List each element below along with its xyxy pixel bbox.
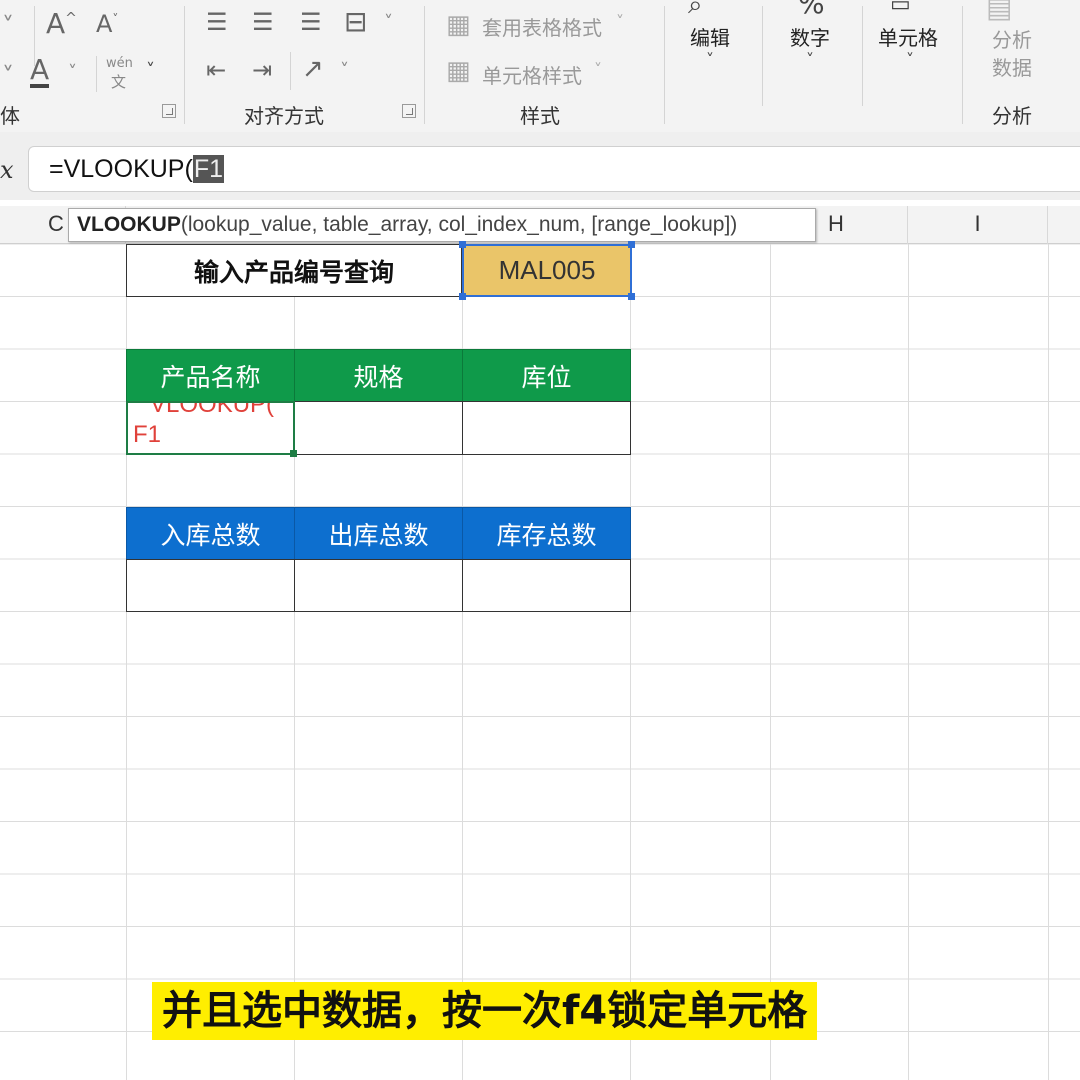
grid-line: [1048, 244, 1049, 1080]
chevron-down-icon[interactable]: ˅: [594, 62, 602, 78]
ribbon-separator: [862, 6, 863, 106]
dialog-launcher-icon[interactable]: [402, 104, 416, 118]
font-group-label: 体: [0, 104, 20, 128]
formula-prefix: =VLOOKUP(: [49, 155, 193, 183]
table2-cell-out[interactable]: [294, 559, 463, 612]
table1-header-location[interactable]: 库位: [462, 349, 631, 402]
font-color-icon[interactable]: A: [30, 56, 50, 88]
tooltip-args: (lookup_value, table_array, col_index_nu…: [180, 213, 738, 236]
table-format-icon[interactable]: ▦: [446, 12, 471, 38]
styles-group-label: 样式: [520, 104, 560, 128]
table1-header-spec[interactable]: 规格: [294, 349, 463, 402]
orientation-icon[interactable]: ↗: [302, 56, 324, 82]
ribbon-separator: [664, 6, 665, 124]
search-icon[interactable]: ⌕: [688, 0, 703, 18]
ribbon: ˅ A^ A˅ ˅ A ˅ wén 文 ˅ 体 ☰ ☰ ☰ ⊟ ˅ ⇤ ⇥ ↗ ˅…: [0, 0, 1080, 132]
analyze-group-label: 分析: [992, 104, 1032, 128]
cell-styles-icon[interactable]: ▦: [446, 58, 471, 84]
dropdown-arrow-icon[interactable]: ˅: [2, 64, 14, 88]
chevron-down-icon[interactable]: ˅: [384, 14, 393, 32]
table1-header-name[interactable]: 产品名称: [126, 349, 295, 402]
increase-indent-icon[interactable]: ⇥: [252, 58, 272, 82]
table2-cell-stock[interactable]: [462, 559, 631, 612]
table2-header-stock[interactable]: 库存总数: [462, 507, 631, 560]
pinyin-guide-icon[interactable]: wén 文: [106, 56, 133, 92]
query-label-cell[interactable]: 输入产品编号查询: [126, 244, 462, 297]
cells-icon: ▭: [890, 0, 911, 17]
analyze-data-icon: ▤: [986, 0, 1013, 24]
table1-cell-location[interactable]: [462, 401, 631, 455]
chevron-down-icon[interactable]: ˅: [806, 52, 814, 68]
formula-text: =VLOOKUP(F1: [49, 155, 224, 184]
grid-line: [770, 244, 771, 1080]
video-subtitle: 并且选中数据，按一次f4锁定单元格: [152, 982, 818, 1040]
tooltip-function-name[interactable]: VLOOKUP: [77, 213, 181, 236]
analyze-data-button-line2[interactable]: 数据: [992, 52, 1032, 81]
function-tooltip: VLOOKUP(lookup_value, table_array, col_i…: [68, 208, 816, 242]
chevron-down-icon[interactable]: ˅: [906, 52, 914, 68]
edit-button[interactable]: 编辑: [690, 22, 730, 51]
ribbon-separator: [762, 6, 763, 106]
align-left-icon[interactable]: ☰: [206, 10, 228, 34]
chevron-down-icon[interactable]: ˅: [68, 64, 77, 82]
table2-header-out[interactable]: 出库总数: [294, 507, 463, 560]
cell-styles-button[interactable]: 单元格样式: [482, 60, 582, 89]
number-button[interactable]: 数字: [790, 22, 830, 51]
grow-font-icon[interactable]: A^: [46, 10, 77, 38]
dialog-launcher-icon[interactable]: [162, 104, 176, 118]
dropdown-arrow-icon[interactable]: ˅: [2, 14, 14, 38]
formula-input[interactable]: =VLOOKUP(F1: [28, 146, 1080, 192]
ribbon-separator: [290, 52, 291, 90]
editing-cell-line1: VLOOKUP(: [150, 401, 275, 418]
analyze-data-button-line1[interactable]: 分析: [992, 24, 1032, 53]
selection-handle[interactable]: [628, 241, 635, 248]
align-center-icon[interactable]: ☰: [252, 10, 274, 34]
fill-handle[interactable]: [290, 450, 297, 457]
table2-cell-in[interactable]: [126, 559, 295, 612]
chevron-down-icon[interactable]: ˅: [706, 52, 714, 68]
chevron-down-icon[interactable]: ˅: [616, 14, 624, 30]
editing-cell-line2: F1: [133, 421, 162, 448]
merge-cells-icon[interactable]: ⊟: [344, 8, 367, 36]
formula-highlight: F1: [192, 155, 224, 183]
selection-handle[interactable]: [459, 241, 466, 248]
ribbon-separator: [424, 6, 425, 124]
selection-handle[interactable]: [459, 293, 466, 300]
fx-icon[interactable]: x: [0, 156, 14, 184]
number-icon: %: [798, 0, 825, 20]
ribbon-separator: [96, 56, 97, 92]
cells-button[interactable]: 单元格: [878, 22, 938, 51]
query-value-cell[interactable]: MAL005: [462, 244, 632, 297]
chevron-down-icon[interactable]: ˅: [146, 62, 155, 80]
alignment-group-label: 对齐方式: [244, 104, 324, 128]
align-right-icon[interactable]: ☰: [300, 10, 322, 34]
selection-handle[interactable]: [628, 293, 635, 300]
shrink-font-icon[interactable]: A˅: [96, 12, 118, 36]
decrease-indent-icon[interactable]: ⇤: [206, 58, 226, 82]
editing-cell[interactable]: VLOOKUP( F1: [126, 401, 295, 455]
table1-cell-spec[interactable]: [294, 401, 463, 455]
column-header-i[interactable]: I: [908, 206, 1048, 244]
ribbon-separator: [184, 6, 185, 124]
table2-header-in[interactable]: 入库总数: [126, 507, 295, 560]
chevron-down-icon[interactable]: ˅: [340, 62, 349, 80]
table-format-button[interactable]: 套用表格格式: [482, 12, 602, 41]
ribbon-separator: [962, 6, 963, 124]
grid-line: [908, 244, 909, 1080]
